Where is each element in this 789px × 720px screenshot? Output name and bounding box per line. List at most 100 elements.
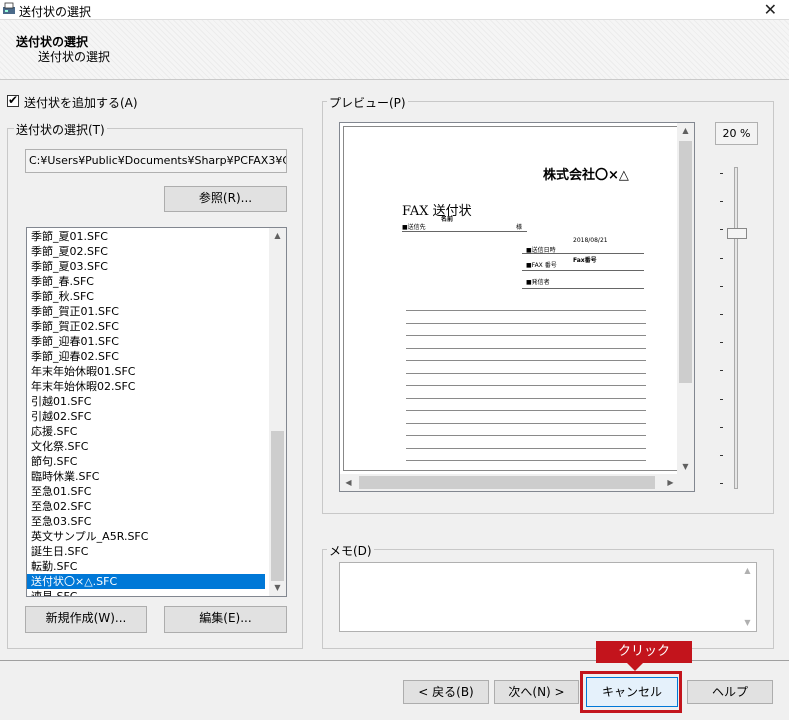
list-item[interactable]: 文化祭.SFC	[27, 439, 265, 454]
preview-sender-label: ■発信者	[526, 279, 550, 286]
preview-company-name: 株式会社〇×△	[543, 168, 629, 183]
slider-tick	[720, 370, 723, 372]
back-button[interactable]: < 戻る(B)	[403, 680, 489, 704]
memo-scroll-up-icon[interactable]: ▲	[739, 563, 756, 579]
slider-tick	[720, 398, 723, 400]
preview-vscrollbar[interactable]: ▲ ▼	[677, 123, 694, 475]
slider-tick	[720, 314, 723, 315]
slider-tick	[720, 285, 723, 287]
slider-tick	[720, 257, 723, 259]
click-callout-pointer	[627, 663, 643, 671]
list-item[interactable]: 速見.SFC	[27, 589, 265, 596]
edit-cover-button[interactable]: 編集(E)...	[164, 606, 287, 633]
preview-fax-line	[522, 270, 644, 271]
list-item[interactable]: 引越01.SFC	[27, 394, 265, 409]
next-button[interactable]: 次へ(N) >	[494, 680, 579, 704]
list-item[interactable]: 年末年始休暇02.SFC	[27, 379, 265, 394]
list-item[interactable]: 季節_賀正01.SFC	[27, 304, 265, 319]
preview-to-line	[402, 231, 527, 232]
preview-scroll-down-icon[interactable]: ▼	[677, 459, 694, 475]
preview-ruled-line	[406, 322, 646, 324]
list-item[interactable]: 転勤.SFC	[27, 559, 265, 574]
zoom-slider-thumb[interactable]	[727, 228, 747, 239]
preview-name-label: 名前	[441, 216, 454, 223]
preview-vscroll-thumb[interactable]	[679, 141, 692, 383]
slider-tick	[720, 201, 723, 203]
window-title: 送付状の選択	[19, 5, 92, 19]
preview-ruled-line	[406, 435, 646, 436]
preview-ruled-line	[406, 335, 646, 336]
list-item[interactable]: 節句.SFC	[27, 454, 265, 469]
list-item[interactable]: 年末年始休暇01.SFC	[27, 364, 265, 379]
preview-scroll-left-icon[interactable]: ◀	[340, 474, 357, 491]
click-callout: クリック	[596, 641, 692, 663]
checkmark-icon: ✔	[8, 93, 19, 107]
memo-textarea[interactable]: ▲ ▼	[339, 562, 757, 632]
preview-sender-line	[522, 288, 644, 289]
list-item[interactable]: 英文サンプル_A5R.SFC	[27, 529, 265, 544]
browse-button[interactable]: 参照(R)...	[164, 186, 287, 212]
preview-scroll-up-icon[interactable]: ▲	[677, 123, 694, 139]
scroll-down-icon[interactable]: ▼	[269, 580, 286, 596]
preview-ruled-line	[406, 360, 646, 361]
add-cover-checkbox[interactable]: ✔	[7, 93, 19, 107]
list-item[interactable]: 季節_春.SFC	[27, 274, 265, 289]
list-item[interactable]: 季節_賀正02.SFC	[27, 319, 265, 334]
preview-honorific: 様	[516, 224, 523, 231]
list-item[interactable]: 至急01.SFC	[27, 484, 265, 499]
cancel-highlight-box	[580, 671, 682, 713]
add-cover-label[interactable]: 送付状を追加する(A)	[24, 94, 138, 111]
list-item[interactable]: 季節_夏03.SFC	[27, 259, 265, 274]
preview-ruled-line	[406, 310, 646, 311]
preview-hscroll-thumb[interactable]	[359, 476, 655, 489]
preview-pane: 株式会社〇×△ FAX 送付状 名前 ■送信先 様 2018/08/21 ■送信…	[339, 122, 695, 492]
preview-ruled-line	[406, 372, 646, 374]
cover-file-list[interactable]: 季節_夏01.SFC 季節_夏02.SFC 季節_夏03.SFC 季節_春.SFC 季節…	[26, 227, 287, 597]
new-cover-button[interactable]: 新規作成(W)...	[25, 606, 147, 633]
preview-group-title: プレビュー(P)	[327, 94, 408, 111]
list-scroll-thumb[interactable]	[271, 431, 284, 581]
list-item[interactable]: 誕生日.SFC	[27, 544, 265, 559]
memo-scroll-down-icon[interactable]: ▼	[739, 615, 756, 631]
list-item[interactable]: 臨時休業.SFC	[27, 469, 265, 484]
list-item[interactable]: 引越02.SFC	[27, 409, 265, 424]
preview-date: 2018/08/21	[573, 237, 608, 244]
cover-file-items: 季節_夏01.SFC 季節_夏02.SFC 季節_夏03.SFC 季節_春.SFC 季節…	[27, 229, 265, 596]
preview-scroll-right-icon[interactable]: ▶	[662, 474, 679, 491]
list-item[interactable]: 至急03.SFC	[27, 514, 265, 529]
zoom-slider-track[interactable]	[734, 167, 738, 489]
preview-hscrollbar[interactable]: ◀ ▶	[340, 474, 694, 491]
slider-tick	[720, 455, 723, 456]
list-item[interactable]: 季節_迎春02.SFC	[27, 349, 265, 364]
preview-fax-no-value: Fax番号	[573, 257, 597, 264]
list-item[interactable]: 季節_迎春01.SFC	[27, 334, 265, 349]
preview-ruled-line	[406, 460, 646, 461]
scroll-up-icon[interactable]: ▲	[269, 228, 286, 244]
list-scrollbar[interactable]: ▲ ▼	[269, 228, 286, 596]
preview-ruled-line	[406, 422, 646, 424]
slider-tick	[720, 173, 723, 174]
preview-ruled-line	[406, 397, 646, 399]
title-bar: 送付状の選択 ✕	[0, 0, 789, 20]
select-cover-group-title: 送付状の選択(T)	[14, 121, 107, 138]
list-item-selected[interactable]: 送付状〇×△.SFC	[27, 574, 265, 589]
preview-ruled-line	[406, 385, 646, 386]
preview-fax-title: FAX 送付状	[402, 204, 472, 219]
list-item[interactable]: 季節_夏01.SFC	[27, 229, 265, 244]
preview-to-label: ■送信先	[402, 224, 426, 231]
preview-fax-no-label: ■FAX 番号	[526, 262, 557, 269]
slider-tick	[720, 483, 723, 485]
wizard-header: 送付状の選択 送付状の選択	[0, 20, 789, 80]
preview-ruled-line	[406, 410, 646, 411]
help-button[interactable]: ヘルプ	[687, 680, 773, 704]
list-item[interactable]: 応援.SFC	[27, 424, 265, 439]
slider-tick	[720, 229, 723, 231]
close-icon[interactable]: ✕	[764, 0, 777, 19]
list-item[interactable]: 至急02.SFC	[27, 499, 265, 514]
slider-tick	[720, 426, 723, 428]
preview-date-line	[522, 253, 644, 254]
preview-ruled-line	[406, 447, 646, 449]
header-subtitle: 送付状の選択	[38, 50, 111, 64]
list-item[interactable]: 季節_秋.SFC	[27, 289, 265, 304]
list-item[interactable]: 季節_夏02.SFC	[27, 244, 265, 259]
